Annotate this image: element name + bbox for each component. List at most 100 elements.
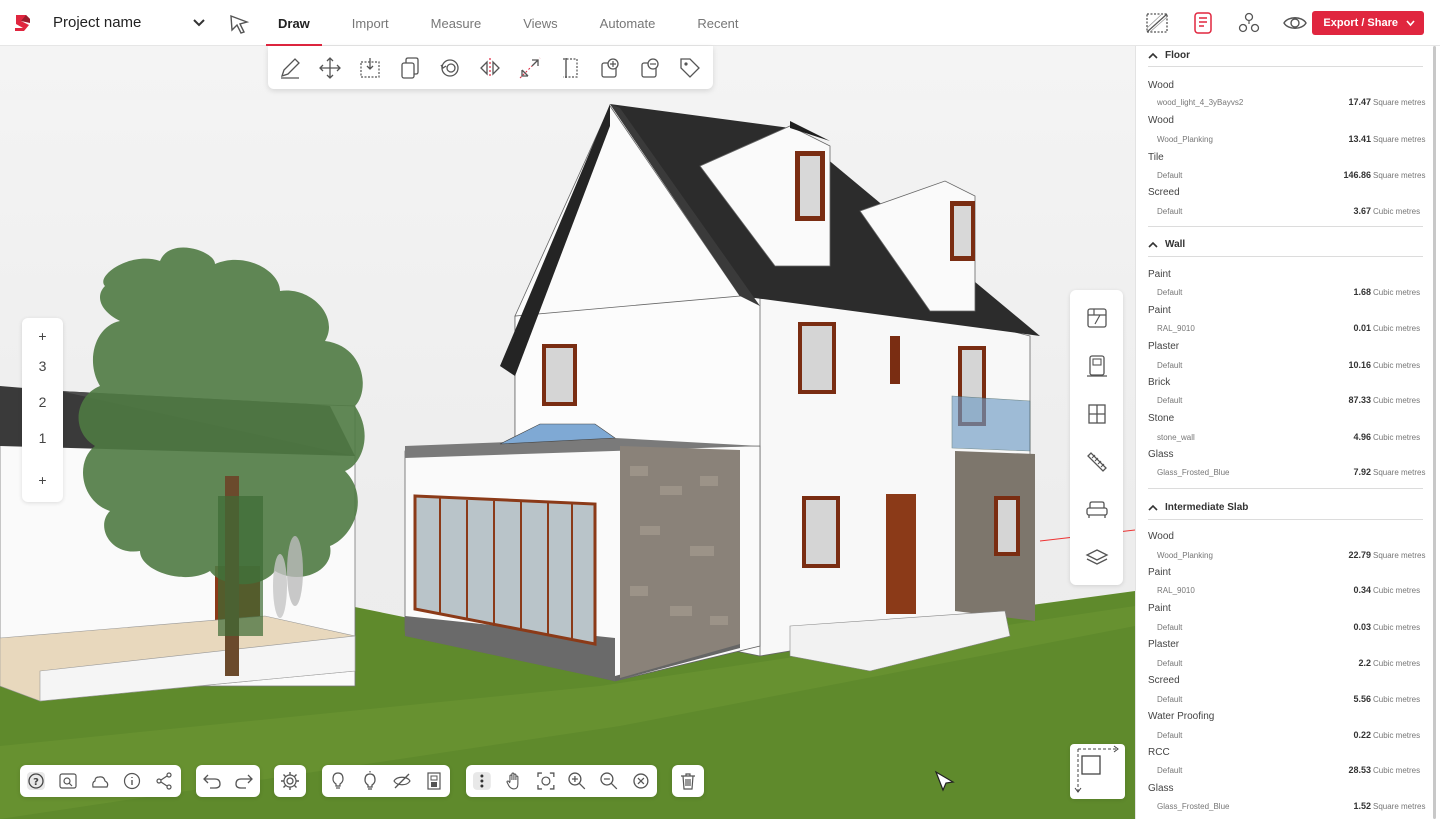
more-icon[interactable] — [472, 771, 492, 791]
fit-icon[interactable] — [536, 771, 556, 791]
zoom-reset-icon[interactable] — [631, 771, 651, 791]
add-floor-bottom-button[interactable]: + — [22, 472, 63, 488]
floor-selector: + 3 2 1 + — [22, 318, 63, 502]
copy-icon[interactable] — [398, 56, 422, 80]
quantity-value: 3.67 — [1353, 206, 1371, 216]
section-header-floor[interactable]: Floor — [1148, 50, 1190, 61]
tab-automate[interactable]: Automate — [588, 0, 668, 46]
chevron-up-icon — [1148, 504, 1158, 511]
tab-import[interactable]: Import — [340, 0, 401, 46]
chevron-down-icon[interactable] — [192, 18, 206, 28]
wall-material-icon[interactable] — [1085, 306, 1109, 330]
furniture-icon[interactable] — [1085, 498, 1109, 522]
select-box-icon[interactable] — [358, 56, 382, 80]
material-variant: Glass_Frosted_Blue — [1157, 802, 1230, 811]
eye-icon[interactable] — [1282, 10, 1308, 36]
quantity-unit: Square metres — [1373, 98, 1426, 107]
quantity-value: 87.33 — [1348, 395, 1371, 405]
select-pointer-icon[interactable] — [228, 13, 250, 35]
cloud-icon[interactable] — [90, 771, 110, 791]
material-name: Paint — [1148, 603, 1171, 614]
section-title: Floor — [1165, 50, 1190, 61]
quantity-unit: Cubic metres — [1373, 766, 1421, 775]
quantity-value: 4.96 — [1353, 432, 1371, 442]
app-logo[interactable] — [12, 12, 34, 34]
quantity-value: 146.86 — [1343, 170, 1371, 180]
door-icon[interactable] — [1085, 354, 1109, 378]
tab-recent[interactable]: Recent — [685, 0, 750, 46]
material-variant: Default — [1157, 396, 1183, 405]
tab-draw[interactable]: Draw — [266, 0, 322, 46]
material-variant: Default — [1157, 171, 1183, 180]
section-icon[interactable] — [424, 771, 444, 791]
floor-3-button[interactable]: 3 — [22, 358, 63, 374]
quantity-unit: Cubic metres — [1373, 324, 1421, 333]
draw-toolbar — [268, 46, 713, 89]
section-header-intermediate-slab[interactable]: Intermediate Slab — [1148, 502, 1248, 513]
layers-icon[interactable] — [1085, 546, 1109, 570]
scale-icon[interactable] — [518, 56, 542, 80]
quantity-value: 22.79 — [1348, 550, 1371, 560]
material-variant: stone_wall — [1157, 433, 1195, 442]
view-cube[interactable] — [1070, 744, 1125, 799]
section-header-wall[interactable]: Wall — [1148, 239, 1185, 250]
stair-icon[interactable] — [1085, 450, 1109, 474]
window-icon[interactable] — [1085, 402, 1109, 426]
quantity-value: 1.68 — [1353, 287, 1371, 297]
material-name: Paint — [1148, 305, 1171, 316]
trash-icon[interactable] — [678, 771, 698, 791]
tag-icon[interactable] — [678, 56, 702, 80]
material-name: Glass — [1148, 449, 1174, 460]
share-icon[interactable] — [154, 771, 174, 791]
redo-icon[interactable] — [234, 771, 254, 791]
help-icon[interactable]: ? — [26, 771, 46, 791]
search-icon[interactable] — [58, 771, 78, 791]
quantity-value: 28.53 — [1348, 765, 1371, 775]
divider — [1148, 66, 1423, 67]
zoom-in-icon[interactable] — [567, 771, 587, 791]
settings-icon[interactable] — [280, 771, 300, 791]
subtract-shape-icon[interactable] — [638, 56, 662, 80]
material-name: RCC — [1148, 747, 1170, 758]
add-shape-icon[interactable] — [598, 56, 622, 80]
light-icon[interactable] — [328, 771, 348, 791]
material-variant: Default — [1157, 695, 1183, 704]
view-orientation-icon — [1074, 745, 1119, 793]
tab-views[interactable]: Views — [511, 0, 569, 46]
collaboration-icon[interactable] — [1236, 10, 1262, 36]
mirror-icon[interactable] — [478, 56, 502, 80]
light-on-icon[interactable] — [360, 771, 380, 791]
floor-plan-icon[interactable] — [1144, 10, 1170, 36]
undo-icon[interactable] — [202, 771, 222, 791]
hide-icon[interactable] — [392, 771, 412, 791]
tab-measure[interactable]: Measure — [419, 0, 494, 46]
divider — [1148, 519, 1423, 520]
material-name: Wood — [1148, 115, 1174, 126]
split-icon[interactable] — [558, 56, 582, 80]
material-variant: Default — [1157, 288, 1183, 297]
3d-viewport[interactable] — [0, 46, 1135, 819]
floor-2-button[interactable]: 2 — [22, 394, 63, 410]
bill-of-quantities-icon[interactable] — [1190, 10, 1216, 36]
move-icon[interactable] — [318, 56, 342, 80]
panel-scrollbar[interactable] — [1433, 46, 1436, 819]
project-name[interactable]: Project name — [53, 14, 141, 31]
3d-house-model[interactable] — [0, 46, 1135, 819]
section-title: Wall — [1165, 239, 1186, 250]
quantity-unit: Cubic metres — [1373, 207, 1421, 216]
export-share-button[interactable]: Export / Share — [1312, 11, 1424, 35]
top-bar: Project name Draw Import Measure Views A… — [0, 0, 1440, 46]
quantity-unit: Square metres — [1373, 135, 1426, 144]
pencil-icon[interactable] — [278, 56, 302, 80]
floor-1-button[interactable]: 1 — [22, 430, 63, 446]
pan-icon[interactable] — [504, 771, 524, 791]
rotate-icon[interactable] — [438, 56, 462, 80]
quantity-unit: Cubic metres — [1373, 659, 1421, 668]
zoom-out-icon[interactable] — [599, 771, 619, 791]
material-variant: wood_light_4_3yBayvs2 — [1157, 98, 1244, 107]
info-icon[interactable] — [122, 771, 142, 791]
add-floor-top-button[interactable]: + — [22, 328, 63, 344]
material-name: Stone — [1148, 413, 1175, 424]
quantity-unit: Cubic metres — [1373, 396, 1421, 405]
quantity-value: 17.47 — [1348, 97, 1371, 107]
